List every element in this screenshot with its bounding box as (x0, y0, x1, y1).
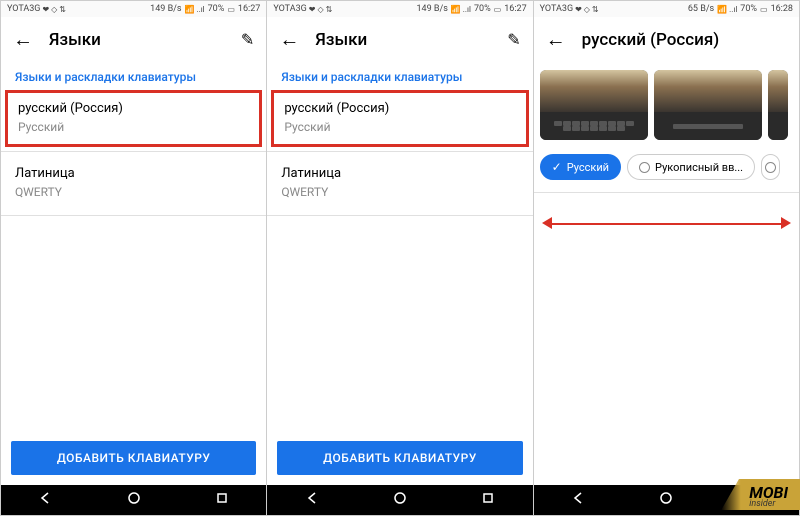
signal-icons: 📶 ..ıl (185, 5, 205, 14)
time-label: 16:28 (771, 4, 793, 14)
checkmark-icon: ✓ (552, 160, 562, 174)
screen-header: ← Языки ✎ (1, 17, 266, 62)
option-label: Русский (567, 161, 609, 174)
status-icons: ❤ ◇ ⇅ (575, 5, 599, 14)
page-title: русский (Россия) (582, 30, 787, 50)
language-primary: русский (Россия) (18, 101, 249, 116)
phone-screenshot-3: YOTA3G ❤ ◇ ⇅ 65 B/s 📶 ..ıl 70% ▭ 16:28 ←… (534, 1, 799, 515)
signal-icons: 📶 ..ıl (451, 5, 471, 14)
swipe-hint-arrow (534, 193, 799, 253)
nav-back-icon[interactable] (30, 491, 60, 509)
language-secondary: QWERTY (15, 185, 252, 199)
language-item-russian[interactable]: русский (Россия) Русский (271, 90, 528, 147)
divider (1, 215, 266, 216)
screen-header: ← Языки ✎ (267, 17, 532, 62)
nav-back-icon[interactable] (297, 491, 327, 509)
language-secondary: Русский (284, 120, 515, 134)
divider (1, 151, 266, 152)
status-bar: YOTA3G ❤ ◇ ⇅ 65 B/s 📶 ..ıl 70% ▭ 16:28 (534, 1, 799, 17)
battery-label: 70% (740, 4, 757, 14)
keyboard-theme-card[interactable] (654, 70, 762, 140)
back-arrow-icon[interactable]: ← (13, 27, 33, 52)
nav-home-icon[interactable] (385, 491, 415, 509)
phone-screenshot-1: YOTA3G ❤ ◇ ⇅ 149 B/s 📶 ..ıl 70% ▭ 16:27 … (1, 1, 267, 515)
nav-back-icon[interactable] (563, 491, 593, 509)
layout-option-more[interactable] (761, 154, 780, 180)
battery-label: 70% (474, 4, 491, 14)
divider (267, 215, 532, 216)
battery-label: 70% (208, 4, 225, 14)
layout-option-russian[interactable]: ✓ Русский (540, 154, 621, 180)
add-keyboard-button[interactable]: ДОБАВИТЬ КЛАВИАТУРУ (11, 441, 256, 475)
language-item-latin[interactable]: Латиница QWERTY (1, 156, 266, 211)
add-keyboard-button[interactable]: ДОБАВИТЬ КЛАВИАТУРУ (277, 441, 522, 475)
edit-pencil-icon[interactable]: ✎ (507, 30, 520, 49)
network-speed: 65 B/s (688, 4, 714, 14)
language-item-russian[interactable]: русский (Россия) Русский (5, 90, 262, 147)
nav-recent-icon[interactable] (207, 491, 237, 509)
screen-header: ← русский (Россия) (534, 17, 799, 62)
language-item-latin[interactable]: Латиница QWERTY (267, 156, 532, 211)
battery-icon: ▭ (494, 5, 502, 14)
keyboard-preview-carousel[interactable] (534, 62, 799, 148)
keyboard-layout-options: ✓ Русский Рукописный вв... (534, 148, 799, 193)
nav-home-icon[interactable] (119, 491, 149, 509)
watermark-sub: insider (749, 502, 788, 507)
time-label: 16:27 (504, 4, 526, 14)
language-primary: русский (Россия) (284, 101, 515, 116)
language-secondary: QWERTY (281, 185, 518, 199)
nav-bar (1, 485, 266, 515)
radio-icon (765, 162, 776, 173)
status-icons: ❤ ◇ ⇅ (42, 5, 66, 14)
language-secondary: Русский (18, 120, 249, 134)
status-bar: YOTA3G ❤ ◇ ⇅ 149 B/s 📶 ..ıl 70% ▭ 16:27 (267, 1, 532, 17)
nav-recent-icon[interactable] (473, 491, 503, 509)
network-speed: 149 B/s (416, 4, 447, 14)
radio-icon (639, 162, 650, 173)
nav-bar (267, 485, 532, 515)
keyboard-theme-card[interactable] (768, 70, 788, 140)
section-header: Языки и раскладки клавиатуры (267, 62, 532, 90)
back-arrow-icon[interactable]: ← (546, 27, 566, 52)
carrier-label: YOTA3G (273, 4, 306, 14)
nav-home-icon[interactable] (651, 491, 681, 509)
keyboard-theme-card[interactable] (540, 70, 648, 140)
carrier-label: YOTA3G (540, 4, 573, 14)
battery-icon: ▭ (760, 5, 768, 14)
language-primary: Латиница (281, 166, 518, 181)
option-label: Рукописный вв... (655, 161, 743, 174)
battery-icon: ▭ (227, 5, 235, 14)
status-bar: YOTA3G ❤ ◇ ⇅ 149 B/s 📶 ..ıl 70% ▭ 16:27 (1, 1, 266, 17)
carrier-label: YOTA3G (7, 4, 40, 14)
page-title: Языки (49, 30, 225, 50)
section-header: Языки и раскладки клавиатуры (1, 62, 266, 90)
status-icons: ❤ ◇ ⇅ (309, 5, 333, 14)
edit-pencil-icon[interactable]: ✎ (241, 30, 254, 49)
phone-screenshot-2: YOTA3G ❤ ◇ ⇅ 149 B/s 📶 ..ıl 70% ▭ 16:27 … (267, 1, 533, 515)
language-primary: Латиница (15, 166, 252, 181)
network-speed: 149 B/s (150, 4, 181, 14)
divider (267, 151, 532, 152)
page-title: Языки (315, 30, 491, 50)
time-label: 16:27 (238, 4, 260, 14)
layout-option-handwriting[interactable]: Рукописный вв... (627, 154, 755, 180)
signal-icons: 📶 ..ıl (717, 5, 737, 14)
back-arrow-icon[interactable]: ← (279, 27, 299, 52)
